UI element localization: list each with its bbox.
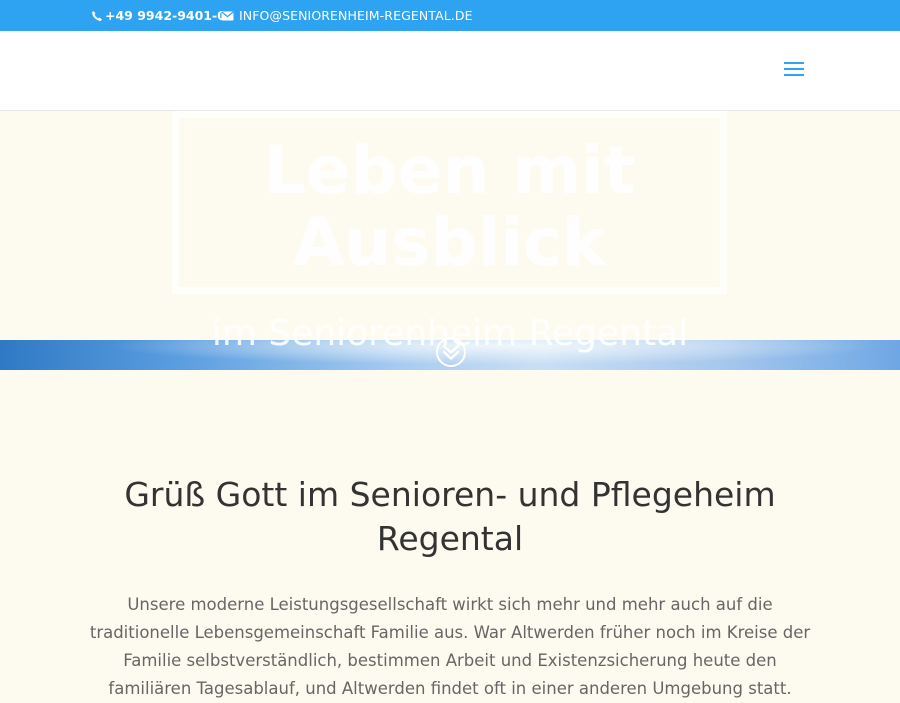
- phone-number: +49 9942-9401-0: [105, 8, 226, 23]
- scroll-down-button[interactable]: [435, 336, 467, 368]
- email-link[interactable]: INFO@SENIORENHEIM-REGENTAL.DE: [221, 8, 473, 23]
- welcome-heading: Grüß Gott im Senioren- und Pflegeheim Re…: [124, 475, 776, 558]
- chevron-double-down-circle-icon: [436, 337, 466, 367]
- hero-title-line2: Ausblick: [293, 204, 606, 281]
- envelope-icon: [221, 11, 234, 20]
- top-bar: +49 9942-9401-0 INFO@SENIORENHEIM-REGENT…: [0, 0, 900, 31]
- hero-title: Leben mit Ausblick: [172, 135, 727, 279]
- hero-title-line1: Leben mit: [263, 132, 636, 209]
- intro-paragraph: Unsere moderne Leistungsgesellschaft wir…: [89, 595, 811, 698]
- phone-link[interactable]: +49 9942-9401-0: [91, 8, 226, 23]
- hamburger-menu-icon[interactable]: [784, 62, 804, 78]
- email-address: INFO@SENIORENHEIM-REGENTAL.DE: [239, 8, 473, 23]
- main-content: Grüß Gott im Senioren- und Pflegeheim Re…: [0, 370, 900, 700]
- phone-icon: [92, 10, 102, 21]
- hero-section: Leben mit Ausblick im Seniorenheim Regen…: [0, 111, 900, 370]
- site-header: [0, 31, 900, 111]
